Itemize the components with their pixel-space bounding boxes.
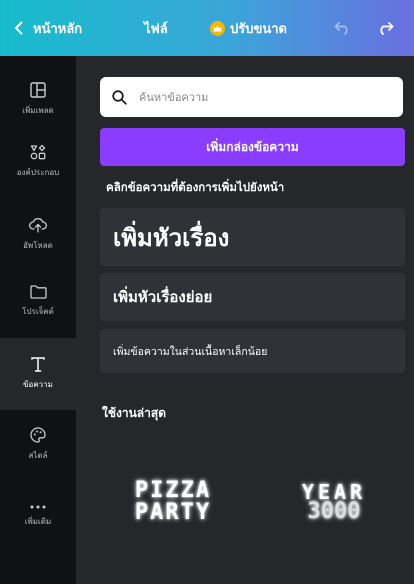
rail-label-uploads: อัพโหลด xyxy=(23,240,53,250)
redo-icon xyxy=(380,22,394,35)
top-bar: หน้าหลัก ไฟล์ ปรับขนาด xyxy=(0,0,414,56)
add-body-text-button[interactable]: เพิ่มข้อความในส่วนเนื้อหาเล็กน้อย xyxy=(100,329,405,373)
rail-item-styles[interactable]: สไตล์ xyxy=(0,414,76,474)
file-label: ไฟล์ xyxy=(144,21,168,37)
palette-icon xyxy=(30,426,46,443)
rail-label-more: เพิ่มเติม xyxy=(24,516,52,526)
crown-icon xyxy=(210,20,225,36)
recent-template-year-3000[interactable]: YEAR 3000 xyxy=(282,482,386,524)
year-line-2: 3000 xyxy=(307,499,361,524)
folder-icon xyxy=(29,284,47,299)
rail-label-elements: องค์ประกอบ xyxy=(16,167,60,177)
subheading-label: เพิ่มหัวเรื่องย่อย xyxy=(113,288,213,306)
text-icon xyxy=(31,357,45,372)
recent-section-title: ใช้งานล่าสุด xyxy=(102,406,167,420)
redo-button[interactable] xyxy=(376,0,394,56)
rail-label-projects: โปรเจ็คต์ xyxy=(22,306,54,316)
layout-icon xyxy=(30,81,46,98)
search-input[interactable] xyxy=(137,89,381,105)
rail-item-text[interactable]: ข้อความ xyxy=(0,338,76,410)
rail-item-more[interactable]: เพิ่มเติม xyxy=(0,486,76,546)
file-menu-button[interactable]: ไฟล์ xyxy=(144,0,168,56)
undo-button[interactable] xyxy=(334,0,352,56)
rail-label-styles: สไตล์ xyxy=(28,450,48,460)
elements-icon xyxy=(30,144,46,159)
undo-icon xyxy=(334,22,348,35)
search-icon xyxy=(112,89,127,105)
pizza-line-1: PIZZA xyxy=(134,478,212,503)
heading-label: เพิ่มหัวเรื่อง xyxy=(113,222,230,252)
add-heading-button[interactable]: เพิ่มหัวเรื่อง xyxy=(100,208,405,266)
add-subheading-button[interactable]: เพิ่มหัวเรื่องย่อย xyxy=(100,273,405,321)
text-panel: เพิ่มกล่องข้อความ คลิกข้อความที่ต้องการเ… xyxy=(76,56,414,584)
search-box[interactable] xyxy=(100,77,403,117)
add-textbox-button[interactable]: เพิ่มกล่องข้อความ xyxy=(100,128,405,166)
home-button[interactable]: หน้าหลัก xyxy=(14,0,82,56)
body-text-label: เพิ่มข้อความในส่วนเนื้อหาเล็กน้อย xyxy=(113,345,268,358)
resize-button[interactable]: ปรับขนาด xyxy=(210,0,287,56)
rail-label-templates: เพิ่มเพลด xyxy=(22,105,54,115)
left-rail: เพิ่มเพลด องค์ประกอบ อัพโหลด โปรเจ็คต์ ข… xyxy=(0,56,76,584)
rail-label-text: ข้อความ xyxy=(23,380,53,389)
pizza-line-2: PARTY xyxy=(134,500,212,525)
chevron-left-icon xyxy=(15,21,23,35)
more-icon xyxy=(30,505,46,508)
home-label: หน้าหลัก xyxy=(33,21,83,37)
rail-item-elements[interactable]: องค์ประกอบ xyxy=(0,131,76,191)
upload-icon xyxy=(29,217,47,233)
rail-item-projects[interactable]: โปรเจ็คต์ xyxy=(0,271,76,331)
rail-item-templates[interactable]: เพิ่มเพลด xyxy=(0,69,76,129)
rail-item-uploads[interactable]: อัพโหลด xyxy=(0,204,76,264)
instruction-text: คลิกข้อความที่ต้องการเพิ่มไปยังหน้า xyxy=(106,180,285,194)
resize-label: ปรับขนาด xyxy=(230,21,288,37)
recent-template-pizza-party[interactable]: PIZZA PARTY xyxy=(128,480,218,524)
